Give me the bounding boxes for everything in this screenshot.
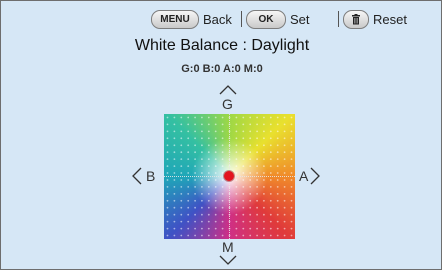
selection-marker[interactable] [224, 171, 234, 181]
menu-key[interactable]: MENU [151, 9, 199, 29]
separator [241, 11, 242, 27]
trash-icon [352, 13, 360, 24]
trash-key[interactable] [343, 9, 369, 29]
page-title: White Balance : Daylight [134, 37, 310, 54]
reset-control[interactable]: Reset [343, 9, 407, 29]
back-label: Back [203, 11, 232, 27]
chevron-right-icon[interactable] [310, 167, 320, 185]
ok-key[interactable]: OK [246, 9, 286, 29]
chevron-up-icon[interactable] [219, 85, 237, 95]
adjust-values: G:0 B:0 A:0 M:0 [181, 63, 263, 75]
set-label: Set [290, 11, 310, 27]
axis-label-b: B [146, 168, 156, 184]
reset-label: Reset [373, 11, 407, 27]
chevron-down-icon[interactable] [219, 255, 237, 265]
chevron-left-icon[interactable] [132, 167, 142, 185]
axis-label-a: A [299, 168, 309, 184]
white-balance-screen: MENU Back OK Set Reset White Balance : D… [0, 0, 442, 270]
back-control[interactable]: MENU Back [151, 9, 232, 29]
axis-label-g: G [222, 96, 233, 112]
set-control[interactable]: OK Set [246, 9, 310, 29]
white-balance-grid[interactable] [164, 114, 295, 239]
axis-label-m: M [222, 239, 234, 255]
separator [338, 11, 339, 27]
